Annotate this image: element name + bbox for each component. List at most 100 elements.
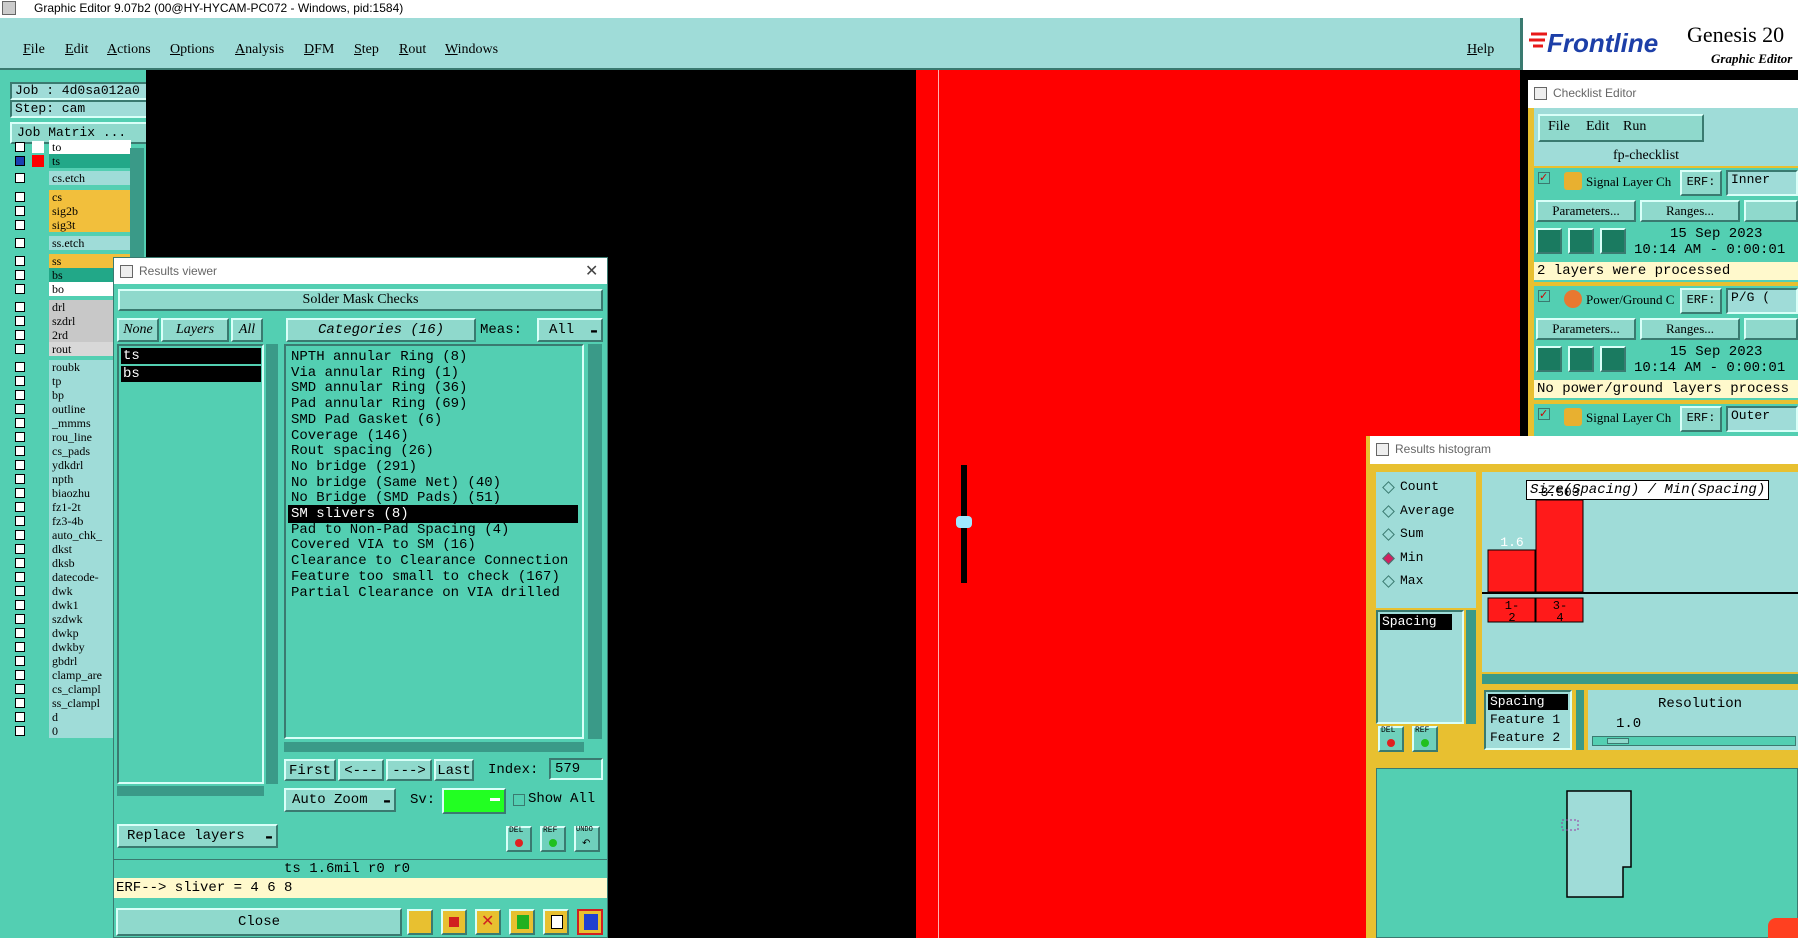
layer-visibility-checkbox[interactable] — [15, 302, 25, 312]
field-item[interactable]: Feature 2 — [1490, 730, 1560, 745]
layer-visibility-checkbox[interactable] — [15, 256, 25, 266]
histogram-bar[interactable] — [1487, 549, 1536, 593]
layer-visibility-checkbox[interactable] — [15, 656, 25, 666]
categories-hscroll[interactable] — [284, 742, 584, 752]
histogram-list[interactable]: Spacing — [1376, 610, 1464, 724]
erf-value[interactable]: Outer — [1726, 406, 1798, 432]
layer-row-sig2b[interactable]: sig2b — [13, 204, 141, 219]
layer-visibility-checkbox[interactable] — [15, 460, 25, 470]
layer-visibility-checkbox[interactable] — [15, 544, 25, 554]
undo-button[interactable]: UNDO ↶ — [574, 826, 600, 852]
none-button[interactable]: None — [117, 318, 159, 342]
toolbar-icon-5[interactable] — [543, 909, 569, 935]
layer-visibility-checkbox[interactable] — [15, 684, 25, 694]
layer-row-sig3t[interactable]: sig3t — [13, 218, 141, 233]
histogram-list-item[interactable]: Spacing — [1380, 614, 1452, 630]
layer-visibility-checkbox[interactable] — [15, 270, 25, 280]
layer-visibility-checkbox[interactable] — [15, 330, 25, 340]
menu-dfm[interactable]: DFM — [304, 42, 334, 58]
extra-button[interactable] — [1744, 318, 1798, 340]
layer-name[interactable]: ts — [49, 154, 131, 168]
layer-name[interactable]: to — [49, 140, 131, 154]
layer-visibility-checkbox[interactable] — [15, 712, 25, 722]
histogram-list-scrollbar[interactable] — [1466, 610, 1476, 724]
histogram-fields[interactable]: Spacing Feature 1 Feature 2 — [1484, 690, 1572, 750]
ranges-button[interactable]: Ranges... — [1640, 318, 1740, 340]
resolution-slider[interactable] — [1592, 736, 1796, 746]
layer-visibility-checkbox[interactable] — [15, 206, 25, 216]
menu-rout[interactable]: Rout — [399, 42, 426, 58]
checklist-menu-edit[interactable]: Edit — [1586, 119, 1609, 135]
tray-icon[interactable] — [1768, 918, 1798, 938]
histogram-bar[interactable] — [1535, 499, 1584, 593]
toolbar-icon-1[interactable] — [407, 909, 433, 935]
categories-button[interactable]: Categories (16) — [286, 318, 476, 342]
layer-visibility-checkbox[interactable] — [15, 502, 25, 512]
hist-ref-button[interactable]: REF — [1412, 726, 1438, 752]
ranges-button[interactable]: Ranges... — [1640, 200, 1740, 222]
layer-visibility-checkbox[interactable] — [15, 614, 25, 624]
run-icon[interactable] — [1568, 346, 1594, 372]
field-item[interactable]: Spacing — [1488, 694, 1568, 710]
erf-value[interactable]: Inner — [1726, 170, 1798, 196]
first-button[interactable]: First — [284, 759, 336, 781]
del-button[interactable]: DEL — [506, 826, 532, 852]
toolbar-icon-2[interactable] — [441, 909, 467, 935]
categories-list[interactable]: NPTH annular Ring (8) Via annular Ring (1… — [284, 344, 584, 739]
erf-value[interactable]: P/G ( — [1726, 288, 1798, 314]
mode-radio-average[interactable]: Average — [1382, 502, 1472, 522]
erf-button[interactable]: ERF: — [1680, 406, 1722, 432]
layer-visibility-checkbox[interactable] — [15, 628, 25, 638]
layer-visibility-checkbox[interactable] — [15, 404, 25, 414]
layer-visibility-checkbox[interactable] — [15, 572, 25, 582]
layer-name[interactable]: sig3t — [49, 218, 131, 232]
layer-visibility-checkbox[interactable] — [15, 220, 25, 230]
slider-thumb[interactable] — [1607, 738, 1629, 744]
checklist-menu-file[interactable]: File — [1548, 119, 1570, 135]
layer-visibility-checkbox[interactable] — [15, 600, 25, 610]
layer-visibility-checkbox[interactable] — [15, 530, 25, 540]
layer-visibility-checkbox[interactable] — [15, 418, 25, 428]
sv-color-select[interactable]: ▬ — [442, 788, 506, 814]
toolbar-icon-3[interactable]: ✕ — [475, 909, 501, 935]
categories-scrollbar[interactable] — [588, 344, 602, 739]
layer-visibility-checkbox[interactable] — [15, 192, 25, 202]
prev-button[interactable]: <--- — [338, 759, 384, 781]
layer-name[interactable]: ss.etch — [49, 236, 131, 250]
run-icon[interactable] — [1568, 228, 1594, 254]
layer-visibility-checkbox[interactable] — [15, 238, 25, 248]
run-icon[interactable] — [1536, 346, 1562, 372]
fields-scrollbar[interactable] — [1576, 690, 1584, 750]
layer-row-cs.etch[interactable]: cs.etch — [13, 171, 141, 186]
menu-file[interactable]: File — [23, 42, 45, 58]
parameters-button[interactable]: Parameters... — [1536, 200, 1636, 222]
menu-help[interactable]: Help — [1467, 42, 1494, 58]
close-icon[interactable]: ✕ — [585, 261, 598, 281]
layer-visibility-checkbox[interactable] — [15, 142, 25, 152]
auto-zoom-select[interactable]: Auto Zoom ▬ — [284, 788, 396, 812]
last-button[interactable]: Last — [434, 759, 474, 781]
layer-name[interactable]: cs — [49, 190, 131, 204]
layer-list-scrollbar[interactable] — [266, 344, 278, 784]
layer-visibility-checkbox[interactable] — [15, 642, 25, 652]
menu-actions[interactable]: Actions — [107, 42, 151, 58]
layers-button[interactable]: Layers — [161, 318, 229, 342]
field-item[interactable]: Feature 1 — [1490, 712, 1560, 727]
mode-radio-count[interactable]: Count — [1382, 478, 1472, 498]
layer-row-ss.etch[interactable]: ss.etch — [13, 236, 141, 251]
layer-visibility-checkbox[interactable] — [15, 390, 25, 400]
layer-visibility-checkbox[interactable] — [15, 316, 25, 326]
layer-visibility-checkbox[interactable] — [15, 726, 25, 736]
run-icon[interactable] — [1536, 228, 1562, 254]
meas-select[interactable]: All ▬ — [537, 318, 603, 342]
layer-visibility-checkbox[interactable] — [15, 586, 25, 596]
menu-edit[interactable]: Edit — [65, 42, 88, 58]
check-icon[interactable]: ✓ — [1538, 408, 1550, 420]
parameters-button[interactable]: Parameters... — [1536, 318, 1636, 340]
toolbar-icon-4[interactable] — [509, 909, 535, 935]
layer-visibility-checkbox[interactable] — [15, 558, 25, 568]
histogram-hscroll[interactable] — [1482, 674, 1798, 684]
extra-button[interactable] — [1744, 200, 1798, 222]
erf-button[interactable]: ERF: — [1680, 170, 1722, 196]
mode-radio-max[interactable]: Max — [1382, 572, 1472, 592]
